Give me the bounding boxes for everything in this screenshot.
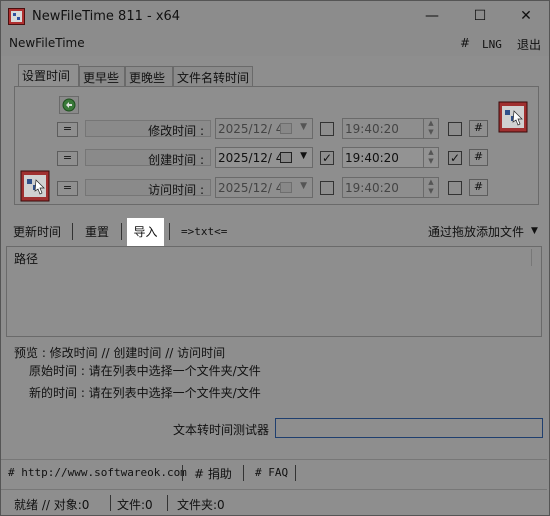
- action-toolbar: 更新时间 重置 导入 =>txt<= 通过拖放添加文件 ▼: [1, 218, 547, 246]
- status-separator: [110, 495, 111, 511]
- refresh-icon[interactable]: [59, 96, 79, 114]
- chevron-down-icon: ▼: [300, 151, 307, 161]
- menu-hash[interactable]: #: [460, 36, 470, 50]
- time-value-create: 19:40:20: [345, 151, 399, 165]
- update-time-button[interactable]: 更新时间: [13, 223, 61, 240]
- faq-link[interactable]: # FAQ: [255, 466, 288, 479]
- preview-new-time: 新的时间 : 请在列表中选择一个文件夹/文件: [29, 386, 261, 400]
- footer-separator: [295, 465, 296, 481]
- footer-separator: [182, 465, 183, 481]
- label-create-time-text: 创建时间 :: [148, 153, 204, 167]
- minimize-button[interactable]: —: [409, 1, 455, 32]
- status-ready: 就绪 // 对象:0: [14, 498, 90, 512]
- label-access-time-text: 访问时间 :: [148, 183, 204, 197]
- date-value-modify: 2025/12/ 4: [218, 122, 284, 136]
- txt-export-button[interactable]: =>txt<=: [181, 225, 227, 238]
- donate-link[interactable]: # 捐助: [194, 465, 232, 482]
- label-modify-time: 修改时间 :: [85, 120, 211, 138]
- label-create-time: 创建时间 :: [85, 149, 211, 167]
- time-value-modify: 19:40:20: [345, 122, 399, 136]
- tab-filename-to-time[interactable]: 文件名转时间: [173, 66, 253, 86]
- reset-button[interactable]: 重置: [85, 223, 109, 240]
- close-button[interactable]: ✕: [503, 1, 549, 32]
- date-picker-access[interactable]: 2025/12/ 4 ▼: [215, 177, 313, 198]
- menu-language[interactable]: LNG: [482, 38, 502, 51]
- time-checkbox-modify[interactable]: [448, 122, 462, 136]
- tab-earlier[interactable]: 更早些: [79, 66, 125, 86]
- status-bar: 就绪 // 对象:0 文件:0 文件夹:0: [1, 489, 547, 515]
- calendar-icon[interactable]: [20, 170, 50, 202]
- label-access-time: 访问时间 :: [85, 179, 211, 197]
- date-picker-modify[interactable]: 2025/12/ 4 ▼: [215, 118, 313, 139]
- toolbar-separator: [169, 223, 170, 240]
- text-to-time-tester-label: 文本转时间测试器: [173, 423, 270, 437]
- date-value-access: 2025/12/ 4: [218, 181, 284, 195]
- calendar-dropdown-icon: [280, 152, 292, 163]
- tab-set-time[interactable]: 设置时间: [18, 64, 79, 87]
- hash-button-access[interactable]: #: [469, 179, 488, 196]
- title-bar[interactable]: NewFileTime 811 - x64 — ☐ ✕: [1, 1, 549, 32]
- preview-header: 预览 : 修改时间 // 创建时间 // 访问时间: [14, 346, 226, 360]
- import-button[interactable]: 导入: [127, 218, 164, 246]
- tab-later[interactable]: 更晚些: [125, 66, 173, 86]
- time-field-create[interactable]: 19:40:20 ▲ ▼: [342, 147, 439, 168]
- add-by-drag-dropdown[interactable]: 通过拖放添加文件: [428, 223, 524, 240]
- status-files: 文件:0: [117, 498, 153, 512]
- eq-button-access[interactable]: =: [57, 181, 78, 196]
- column-divider: [531, 249, 532, 266]
- calendar-dropdown-icon: [280, 182, 292, 193]
- time-checkbox-create[interactable]: ✓: [448, 151, 462, 165]
- calendar-icon[interactable]: [498, 101, 528, 133]
- date-checkbox-access[interactable]: [320, 181, 334, 195]
- time-field-access[interactable]: 19:40:20 ▲ ▼: [342, 177, 439, 198]
- time-field-modify[interactable]: 19:40:20 ▲ ▼: [342, 118, 439, 139]
- date-picker-create[interactable]: 2025/12/ 4 ▼: [215, 147, 313, 168]
- menu-bar: NewFileTime # LNG 退出: [1, 32, 549, 56]
- spin-arrows-icon[interactable]: ▲ ▼: [423, 178, 438, 197]
- eq-button-create[interactable]: =: [57, 151, 78, 166]
- footer-separator: [243, 465, 244, 481]
- website-link[interactable]: # http://www.softwareok.com: [8, 466, 187, 479]
- preview-section: 预览 : 修改时间 // 创建时间 // 访问时间 原始时间 : 请在列表中选择…: [6, 342, 542, 402]
- date-value-create: 2025/12/ 4: [218, 151, 284, 165]
- newfiletime-app-icon: [8, 8, 25, 25]
- hash-button-create[interactable]: #: [469, 149, 488, 166]
- list-header: 路径: [7, 247, 541, 269]
- time-checkbox-access[interactable]: [448, 181, 462, 195]
- time-value-access: 19:40:20: [345, 181, 399, 195]
- chevron-down-icon: ▼: [300, 122, 307, 132]
- status-separator: [167, 495, 168, 511]
- footer-links: # http://www.softwareok.com # 捐助 # FAQ: [1, 459, 547, 483]
- chevron-down-icon[interactable]: ▼: [531, 226, 538, 236]
- spin-arrows-icon[interactable]: ▲ ▼: [423, 148, 438, 167]
- toolbar-separator: [72, 223, 73, 240]
- hash-button-modify[interactable]: #: [469, 120, 488, 137]
- file-list[interactable]: 路径: [6, 246, 542, 337]
- status-folders: 文件夹:0: [177, 498, 225, 512]
- menu-app-name[interactable]: NewFileTime: [9, 36, 85, 50]
- window-title: NewFileTime 811 - x64: [32, 9, 181, 24]
- text-to-time-tester-input[interactable]: [275, 418, 543, 438]
- maximize-button[interactable]: ☐: [457, 1, 503, 32]
- date-checkbox-modify[interactable]: [320, 122, 334, 136]
- menu-exit[interactable]: 退出: [517, 36, 541, 53]
- date-checkbox-create[interactable]: ✓: [320, 151, 334, 165]
- preview-original-time: 原始时间 : 请在列表中选择一个文件夹/文件: [29, 364, 261, 378]
- label-modify-time-text: 修改时间 :: [148, 124, 204, 138]
- toolbar-separator: [121, 223, 122, 240]
- eq-button-modify[interactable]: =: [57, 122, 78, 137]
- calendar-dropdown-icon: [280, 123, 292, 134]
- spin-arrows-icon[interactable]: ▲ ▼: [423, 119, 438, 138]
- chevron-down-icon: ▼: [300, 181, 307, 191]
- column-header-path[interactable]: 路径: [14, 252, 38, 266]
